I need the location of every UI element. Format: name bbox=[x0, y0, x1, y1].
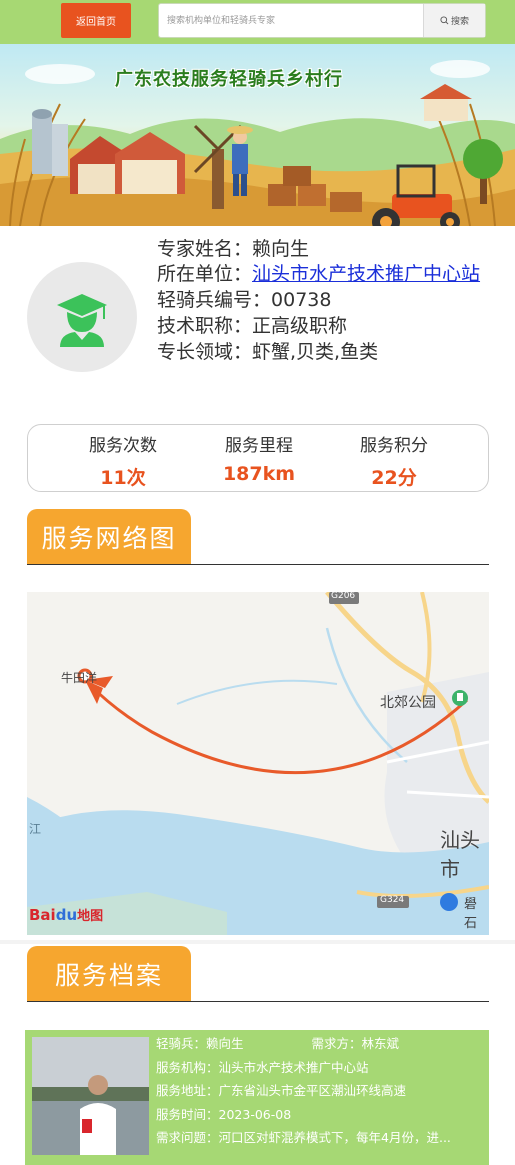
service-map[interactable]: 牛田洋 北郊公园 汕头市 G206 G324 礐石 江 Baidu地图 bbox=[27, 592, 489, 935]
record-issue-row: 需求问题：河口区对虾混养模式下，每年4月份，进... bbox=[156, 1126, 486, 1150]
record-expert-row: 轻骑兵：赖向生 需求方：林东斌 bbox=[156, 1032, 486, 1056]
stat-service-mileage: 服务里程 187km bbox=[184, 425, 334, 493]
expert-specialty: 虾蟹,贝类,鱼类 bbox=[252, 341, 379, 363]
stats-panel: 服务次数 11次 服务里程 187km 服务积分 22分 bbox=[27, 424, 489, 492]
section-network-header: 服务网络图 bbox=[27, 509, 489, 565]
baidu-logo-map: 地图 bbox=[77, 909, 104, 924]
expert-name-row: 专家姓名：赖向生 bbox=[157, 236, 497, 262]
map-label-destination: 北郊公园 bbox=[380, 695, 436, 711]
expert-title-row: 技术职称：正高级职称 bbox=[157, 313, 497, 339]
search-input[interactable] bbox=[167, 4, 417, 37]
banner: 广东农技服务轻骑兵乡村行 bbox=[0, 44, 515, 226]
map-label-poi-right: 礐石 bbox=[464, 897, 478, 931]
service-record-card[interactable]: 轻骑兵：赖向生 需求方：林东斌 服务机构：汕头市水产技术推广中心站 服务地址：广东… bbox=[25, 1030, 489, 1165]
record-issue: 河口区对虾混养模式下，每年4月份，进... bbox=[218, 1130, 451, 1145]
record-address-label: 服务地址： bbox=[156, 1083, 219, 1098]
map-canvas bbox=[27, 592, 489, 935]
home-button[interactable]: 返回首页 bbox=[61, 3, 131, 38]
expert-title-label: 技术职称： bbox=[157, 315, 253, 337]
expert-avatar-icon bbox=[57, 294, 107, 347]
expert-name-label: 专家姓名： bbox=[157, 238, 253, 260]
stat-label: 服务积分 bbox=[360, 436, 428, 456]
record-details: 轻骑兵：赖向生 需求方：林东斌 服务机构：汕头市水产技术推广中心站 服务地址：广东… bbox=[156, 1032, 486, 1150]
banner-title: 广东农技服务轻骑兵乡村行 bbox=[115, 69, 343, 90]
record-org: 汕头市水产技术推广中心站 bbox=[218, 1059, 369, 1075]
map-label-origin: 牛田洋 bbox=[61, 671, 98, 685]
stat-service-count: 服务次数 11次 bbox=[48, 425, 198, 493]
expert-id-label: 轻骑兵编号： bbox=[157, 289, 272, 311]
expert-id: 00738 bbox=[271, 289, 332, 311]
stat-label: 服务次数 bbox=[89, 436, 157, 456]
record-time-row: 服务时间：2023-06-08 bbox=[156, 1103, 486, 1127]
expert-avatar bbox=[27, 262, 137, 372]
expert-id-row: 轻骑兵编号：00738 bbox=[157, 287, 497, 313]
record-photo-illustration bbox=[32, 1037, 149, 1155]
record-requester-label: 需求方： bbox=[311, 1036, 362, 1051]
record-time: 2023-06-08 bbox=[218, 1106, 292, 1122]
record-org-label: 服务机构： bbox=[156, 1059, 219, 1075]
baidu-map-logo: Baidu地图 bbox=[29, 905, 103, 924]
record-requester: 林东斌 bbox=[361, 1036, 400, 1051]
record-time-label: 服务时间： bbox=[156, 1106, 219, 1122]
record-expert-label: 轻骑兵： bbox=[156, 1036, 207, 1051]
record-address-row: 服务地址：广东省汕头市金平区潮汕环线高速 bbox=[156, 1079, 486, 1103]
expert-title: 正高级职称 bbox=[252, 315, 348, 337]
search-button[interactable]: 搜索 bbox=[423, 4, 485, 37]
expert-specialty-label: 专长领域： bbox=[157, 341, 253, 363]
record-expert: 赖向生 bbox=[206, 1036, 244, 1051]
section-network-tab: 服务网络图 bbox=[27, 509, 191, 564]
map-road-g206: G206 bbox=[331, 592, 356, 601]
stat-value: 22分 bbox=[371, 467, 417, 489]
expert-specialty-row: 专长领域：虾蟹,贝类,鱼类 bbox=[157, 339, 497, 365]
stat-value: 187km bbox=[222, 463, 296, 485]
map-label-river: 江 bbox=[29, 822, 42, 836]
stat-value: 11次 bbox=[100, 467, 146, 489]
expert-org-row: 所在单位：汕头市水产技术推广中心站 bbox=[157, 262, 497, 287]
baidu-logo-du: du bbox=[55, 906, 78, 924]
expert-info: 专家姓名：赖向生 所在单位：汕头市水产技术推广中心站 轻骑兵编号：00738 技… bbox=[157, 236, 497, 365]
map-label-city: 汕头市 bbox=[440, 828, 480, 881]
expert-name: 赖向生 bbox=[252, 238, 310, 260]
search-box: 搜索 bbox=[158, 3, 486, 38]
section-archive-header: 服务档案 bbox=[27, 946, 489, 1002]
record-org-row: 服务机构：汕头市水产技术推广中心站 bbox=[156, 1056, 486, 1080]
top-bar: 返回首页 搜索 bbox=[0, 0, 515, 44]
baidu-logo-bai: Bai bbox=[29, 906, 56, 924]
record-photo bbox=[32, 1037, 149, 1155]
section-archive-tab: 服务档案 bbox=[27, 946, 191, 1001]
record-address: 广东省汕头市金平区潮汕环线高速 bbox=[218, 1083, 407, 1098]
section-divider bbox=[0, 940, 515, 944]
search-button-label: 搜索 bbox=[450, 17, 469, 27]
search-icon bbox=[440, 16, 449, 25]
record-issue-label: 需求问题： bbox=[156, 1130, 219, 1145]
stat-label: 服务里程 bbox=[225, 436, 293, 456]
stat-service-points: 服务积分 22分 bbox=[319, 425, 469, 493]
expert-org-label: 所在单位： bbox=[157, 263, 253, 285]
map-road-g324: G324 bbox=[380, 895, 405, 905]
expert-org-link[interactable]: 汕头市水产技术推广中心站 bbox=[252, 263, 480, 285]
